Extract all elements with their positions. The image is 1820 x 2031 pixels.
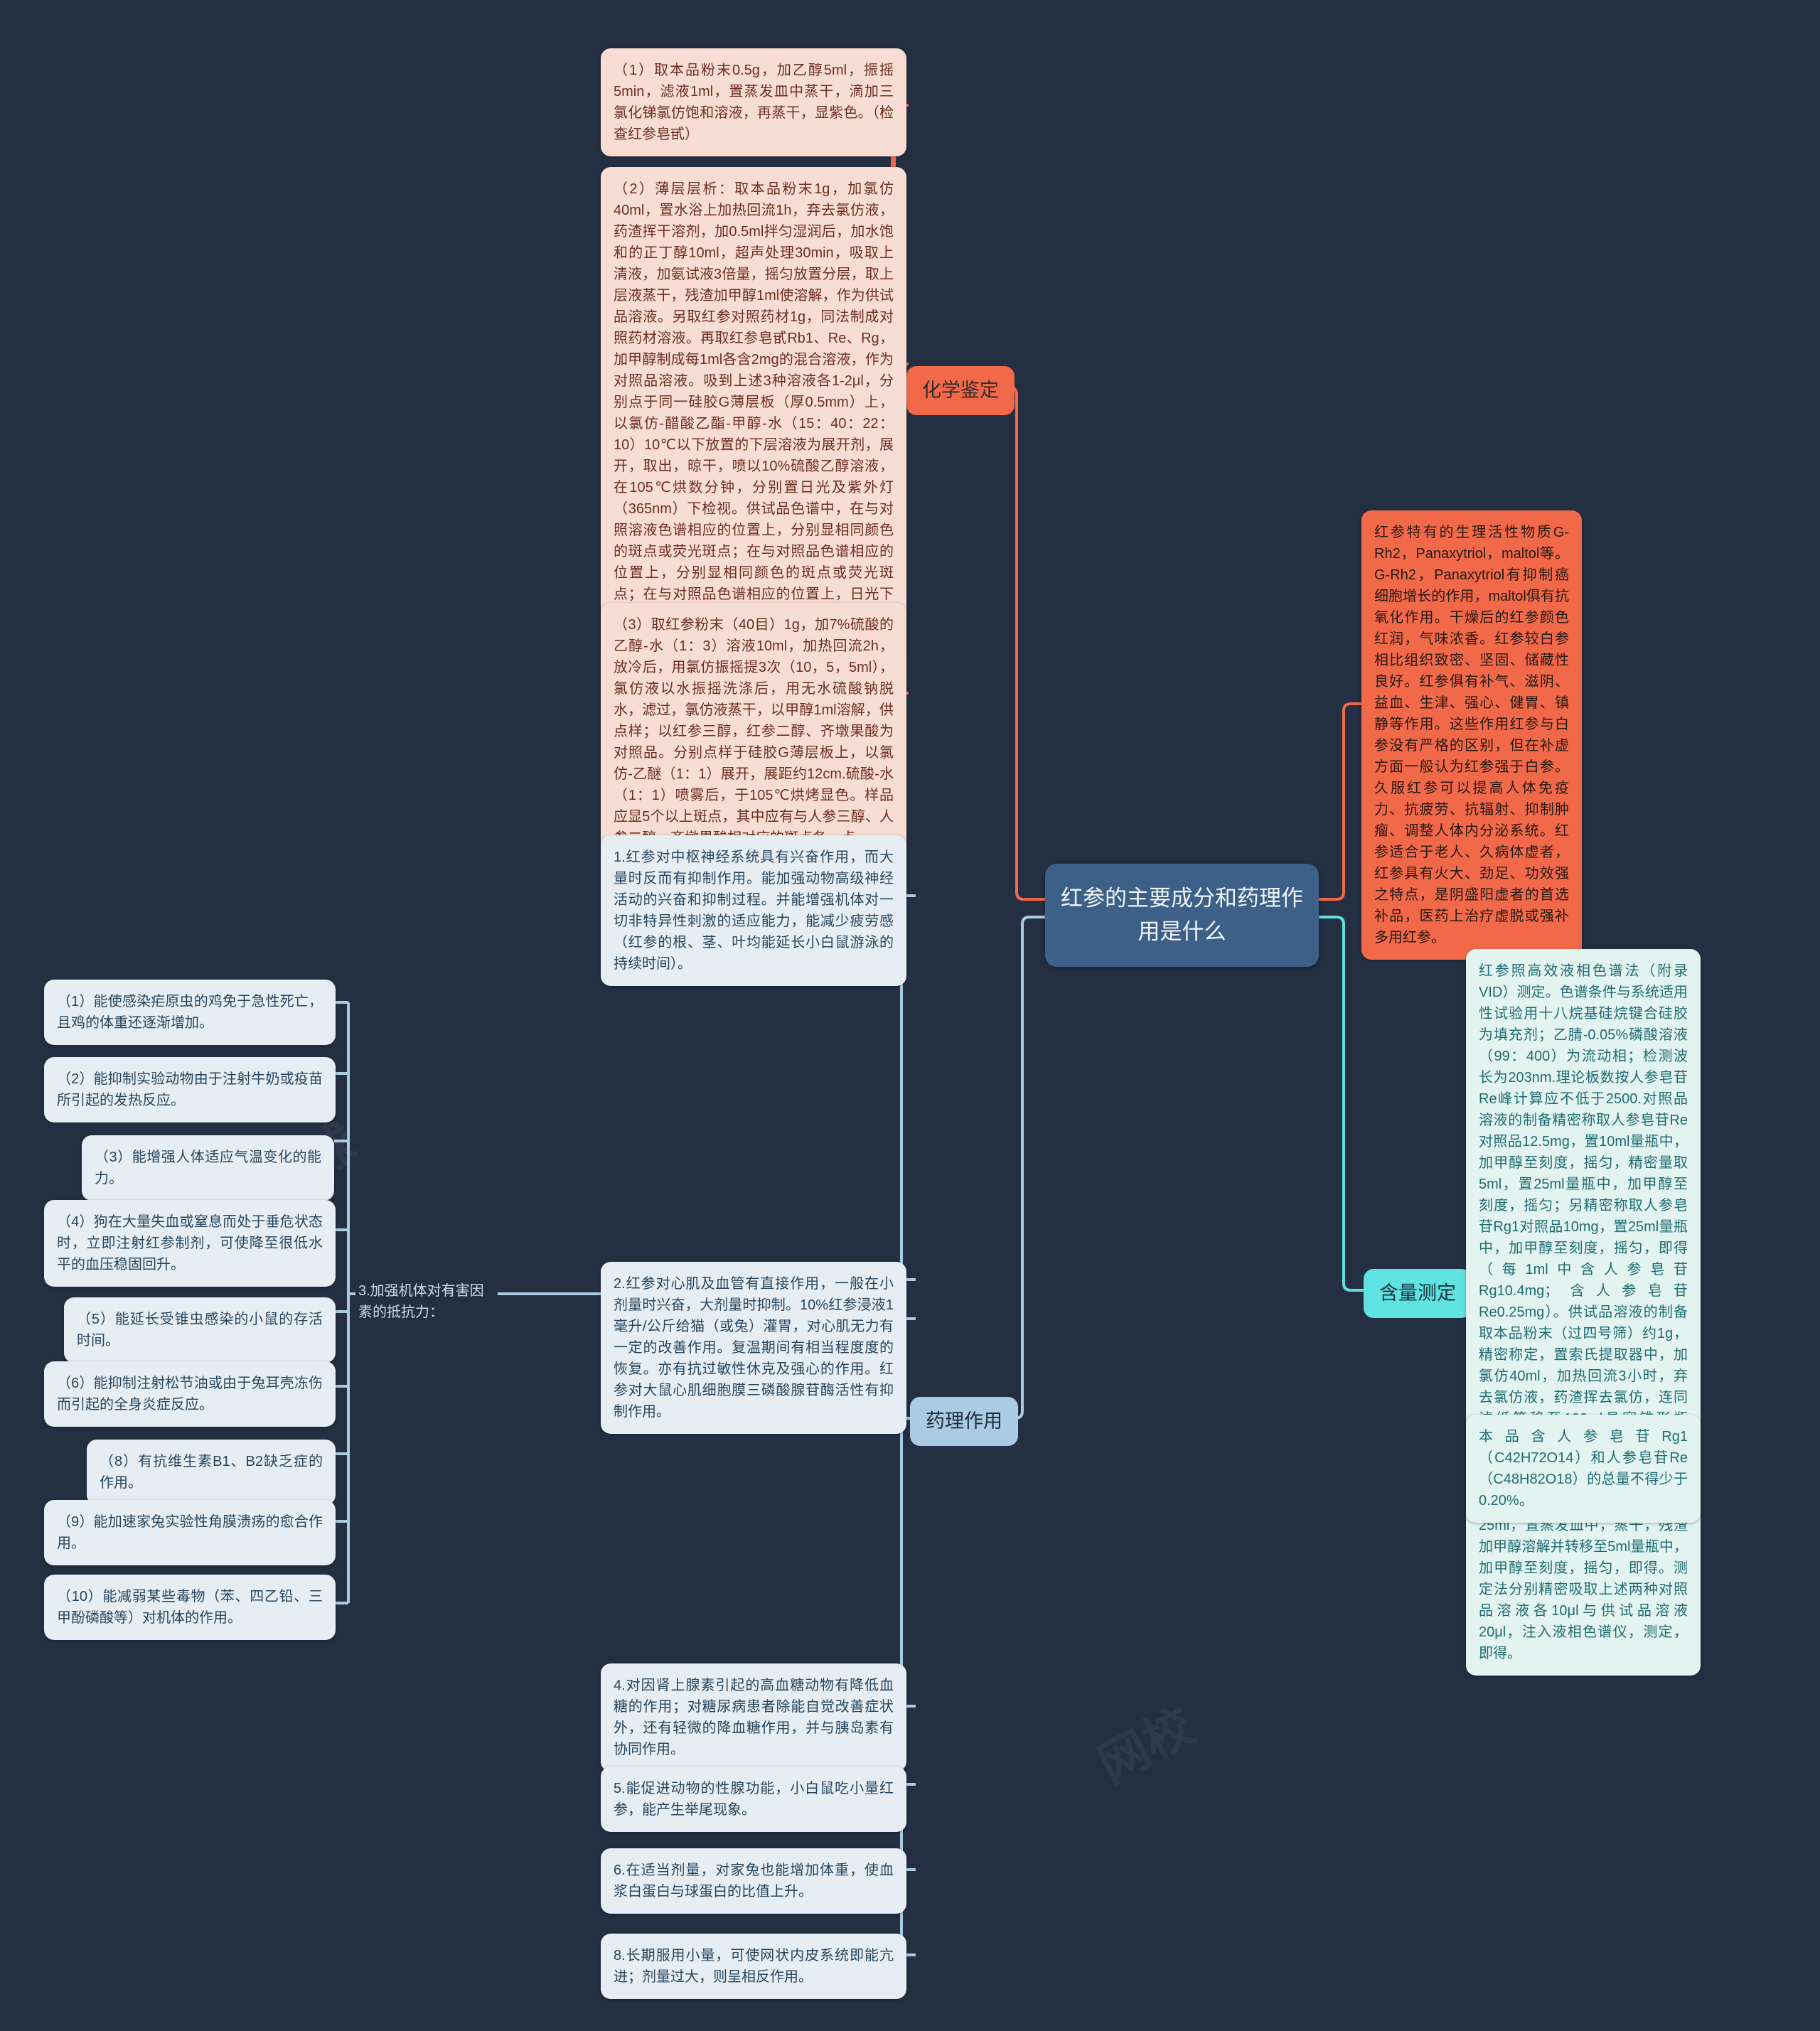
resistance-item-4-text: （4）狗在大量失血或窒息而处于垂危状态时，立即注射红参制剂，可使降至很低水平的血… <box>57 1214 323 1272</box>
pharmacology-item-2[interactable]: 2.红参对心肌及血管有直接作用，一般在小剂量时兴奋，大剂量时抑制。10%红参浸液… <box>601 1262 906 1434</box>
chemical-item-2[interactable]: （2）薄层层析：取本品粉末1g，加氯仿40ml，置水浴上加热回流1h，弃去氯仿液… <box>601 167 906 659</box>
resistance-item-10-text: （10）能减弱某些毒物（苯、四乙铅、三甲酚磷酸等）对机体的作用。 <box>57 1589 323 1626</box>
branch-content-assay-label: 含量测定 <box>1379 1282 1456 1304</box>
branch-content-assay[interactable]: 含量测定 <box>1364 1269 1472 1318</box>
chemical-item-2-text: （2）薄层层析：取本品粉末1g，加氯仿40ml，置水浴上加热回流1h，弃去氯仿液… <box>614 181 894 645</box>
chemical-item-3[interactable]: （3）取红参粉末（40目）1g，加7%硫酸的乙醇-水（1：3）溶液10ml，加热… <box>601 603 906 860</box>
resistance-item-5[interactable]: （5）能延长受锥虫感染的小鼠的存活时间。 <box>64 1297 336 1363</box>
resistance-item-9-text: （9）能加速家兔实验性角膜溃疡的愈合作用。 <box>57 1514 323 1551</box>
center-title: 红参的主要成分和药理作用是什么 <box>1061 886 1303 944</box>
resistance-item-1-text: （1）能使感染疟原虫的鸡免于急性死亡，且鸡的体重还逐渐增加。 <box>57 994 323 1031</box>
pharmacology-item-4-text: 4.对因肾上腺素引起的高血糖动物有降低血糖的作用；对糖尿病患者除能自觉改善症状外… <box>614 1678 894 1757</box>
resistance-item-1[interactable]: （1）能使感染疟原虫的鸡免于急性死亡，且鸡的体重还逐渐增加。 <box>44 980 336 1045</box>
pharmacology-item-8-text: 8.长期服用小量，可使网状内皮系统即能亢进；剂量过大，则呈相反作用。 <box>614 1948 894 1985</box>
pharmacology-item-2-text: 2.红参对心肌及血管有直接作用，一般在小剂量时兴奋，大剂量时抑制。10%红参浸液… <box>614 1276 894 1420</box>
pharmacology-item-6[interactable]: 6.在适当剂量，对家兔也能增加体重，使血浆白蛋白与球蛋白的比值上升。 <box>601 1848 906 1914</box>
pharmacology-item-5-text: 5.能促进动物的性腺功能，小白鼠吃小量红参，能产生举尾现象。 <box>614 1781 894 1818</box>
active-substance-card[interactable]: 红参特有的生理活性物质G-Rh2，Panaxytriol，maltol等。G-R… <box>1361 510 1582 960</box>
branch-pharmacology[interactable]: 药理作用 <box>910 1397 1018 1446</box>
resistance-item-8[interactable]: （8）有抗维生素B1、B2缺乏症的作用。 <box>87 1440 336 1505</box>
resistance-item-5-text: （5）能延长受锥虫感染的小鼠的存活时间。 <box>77 1312 323 1349</box>
resistance-item-3[interactable]: （3）能增强人体适应气温变化的能力。 <box>82 1135 334 1201</box>
resistance-item-6[interactable]: （6）能抑制注射松节油或由于兔耳壳冻伤而引起的全身炎症反应。 <box>44 1361 336 1427</box>
pharmacology-item-8[interactable]: 8.长期服用小量，可使网状内皮系统即能亢进；剂量过大，则呈相反作用。 <box>601 1934 906 1999</box>
resistance-item-2-text: （2）能抑制实验动物由于注射牛奶或疫苗所引起的发热反应。 <box>57 1071 323 1108</box>
chemical-item-1[interactable]: （1）取本品粉末0.5g，加乙醇5ml，振摇5min，滤液1ml，置蒸发皿中蒸干… <box>601 48 906 156</box>
branch-chemical-identification[interactable]: 化学鉴定 <box>906 366 1015 415</box>
watermark: 网校 <box>1089 1698 1204 1794</box>
resistance-item-4[interactable]: （4）狗在大量失血或窒息而处于垂危状态时，立即注射红参制剂，可使降至很低水平的血… <box>44 1200 336 1287</box>
assay-item-2[interactable]: 本品含人参皂苷Rg1（C42H72O14）和人参皂苷Re（C48H82O18）的… <box>1466 1415 1701 1523</box>
resistance-item-9[interactable]: （9）能加速家兔实验性角膜溃疡的愈合作用。 <box>44 1500 336 1565</box>
assay-item-1[interactable]: 红参照高效液相色谱法（附录VID）测定。色谱条件与系统适用性试验用十八烷基硅烷键… <box>1466 949 1701 1676</box>
branch-chemical-label: 化学鉴定 <box>922 380 999 401</box>
resistance-item-10[interactable]: （10）能减弱某些毒物（苯、四乙铅、三甲酚磷酸等）对机体的作用。 <box>44 1575 336 1640</box>
pharmacology-item-4[interactable]: 4.对因肾上腺素引起的高血糖动物有降低血糖的作用；对糖尿病患者除能自觉改善症状外… <box>601 1663 906 1772</box>
assay-item-1-text: 红参照高效液相色谱法（附录VID）测定。色谱条件与系统适用性试验用十八烷基硅烷键… <box>1479 963 1688 1661</box>
chemical-item-3-text: （3）取红参粉末（40目）1g，加7%硫酸的乙醇-水（1：3）溶液10ml，加热… <box>614 617 894 846</box>
resistance-label[interactable]: 3.加强机体对有害因素的抵抗力： <box>355 1276 498 1327</box>
resistance-label-text: 3.加强机体对有害因素的抵抗力： <box>358 1283 484 1320</box>
pharmacology-item-1-text: 1.红参对中枢神经系统具有兴奋作用，而大量时反而有抑制作用。能加强动物高级神经活… <box>614 850 894 972</box>
pharmacology-item-1[interactable]: 1.红参对中枢神经系统具有兴奋作用，而大量时反而有抑制作用。能加强动物高级神经活… <box>601 835 906 986</box>
mindmap-canvas: 环球 网校 网校 环球 红参的主要成分和药理作用是什么 化学鉴定 （1）取本品粉… <box>0 0 1820 2031</box>
assay-item-2-text: 本品含人参皂苷Rg1（C42H72O14）和人参皂苷Re（C48H82O18）的… <box>1479 1429 1688 1508</box>
resistance-item-3-text: （3）能增强人体适应气温变化的能力。 <box>95 1150 321 1186</box>
branch-pharmacology-label: 药理作用 <box>926 1410 1002 1432</box>
chemical-item-1-text: （1）取本品粉末0.5g，加乙醇5ml，振摇5min，滤液1ml，置蒸发皿中蒸干… <box>614 63 894 142</box>
center-node[interactable]: 红参的主要成分和药理作用是什么 <box>1045 864 1319 967</box>
resistance-item-6-text: （6）能抑制注射松节油或由于兔耳壳冻伤而引起的全身炎症反应。 <box>57 1376 323 1413</box>
pharmacology-item-5[interactable]: 5.能促进动物的性腺功能，小白鼠吃小量红参，能产生举尾现象。 <box>601 1767 906 1832</box>
pharmacology-item-6-text: 6.在适当剂量，对家兔也能增加体重，使血浆白蛋白与球蛋白的比值上升。 <box>614 1863 894 1899</box>
resistance-item-2[interactable]: （2）能抑制实验动物由于注射牛奶或疫苗所引起的发热反应。 <box>44 1057 336 1122</box>
active-substance-text: 红参特有的生理活性物质G-Rh2，Panaxytriol，maltol等。G-R… <box>1374 525 1569 945</box>
resistance-item-8-text: （8）有抗维生素B1、B2缺乏症的作用。 <box>100 1454 323 1491</box>
